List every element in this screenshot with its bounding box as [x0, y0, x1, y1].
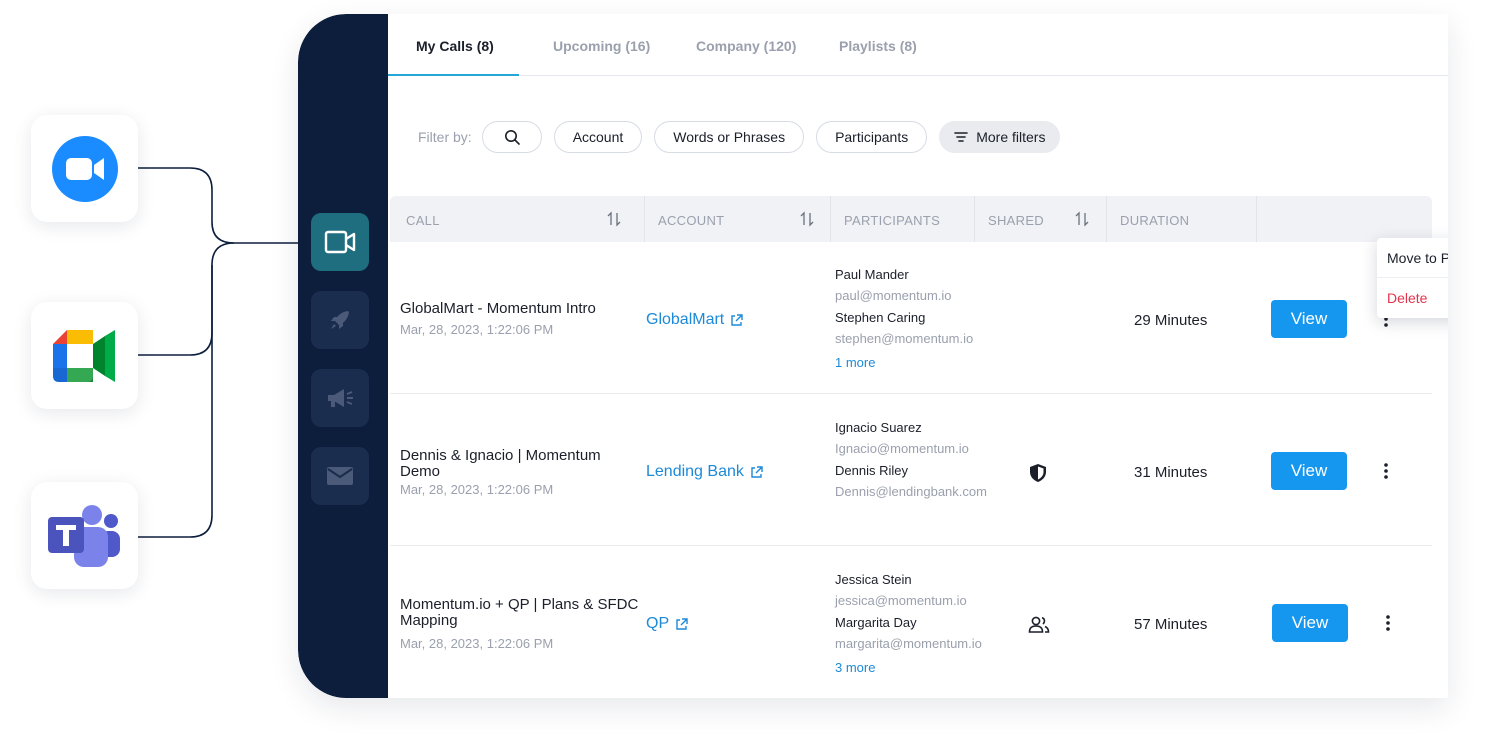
col-duration-header: DURATION [1120, 213, 1190, 228]
call-duration: 57 Minutes [1134, 616, 1208, 633]
filter-participants-button[interactable]: Participants [816, 121, 928, 153]
call-duration: 29 Minutes [1134, 312, 1208, 329]
table-row[interactable]: Dennis & Ignacio | Momentum Demo Mar, 28… [390, 394, 1432, 546]
more-actions-icon[interactable] [1378, 612, 1398, 634]
zoom-icon [51, 135, 118, 202]
column-divider [1256, 196, 1257, 242]
tab-company[interactable]: Company (120) [696, 38, 796, 54]
google-meet-integration-tile[interactable] [31, 302, 138, 409]
app-window: My Calls (8) Upcoming (16) Company (120)… [298, 14, 1448, 698]
column-divider [1106, 196, 1107, 242]
view-call-button[interactable]: View [1271, 300, 1347, 338]
filter-words-button[interactable]: Words or Phrases [654, 121, 805, 153]
mail-icon [327, 467, 353, 485]
filter-account-button[interactable]: Account [553, 121, 643, 153]
megaphone-icon [328, 389, 353, 407]
menu-divider [1377, 277, 1448, 278]
row-actions-menu: Move to Playlist Delete [1377, 238, 1448, 318]
sort-shared-icon[interactable] [1075, 211, 1089, 227]
tab-playlists[interactable]: Playlists (8) [839, 38, 917, 54]
rail-mail-button[interactable] [311, 447, 369, 505]
external-link-icon [750, 465, 763, 479]
main-content: My Calls (8) Upcoming (16) Company (120)… [388, 14, 1448, 698]
participant-email: paul@momentum.io [835, 288, 952, 303]
filter-bar: Filter by: Account Words or Phrases Part… [418, 120, 1072, 154]
tab-bar: My Calls (8) Upcoming (16) Company (120)… [388, 14, 1448, 76]
view-call-button[interactable]: View [1271, 452, 1347, 490]
table-row[interactable]: Momentum.io + QP | Plans & SFDC Mapping … [390, 546, 1432, 698]
tab-upcoming[interactable]: Upcoming (16) [553, 38, 650, 54]
call-date: Mar, 28, 2023, 1:22:06 PM [400, 482, 554, 497]
column-divider [830, 196, 831, 242]
participant-email: Dennis@lendingbank.com [835, 484, 987, 499]
table-row[interactable]: GlobalMart - Momentum Intro Mar, 28, 202… [390, 242, 1432, 394]
rail-announcements-button[interactable] [311, 369, 369, 427]
more-actions-icon[interactable] [1376, 460, 1396, 482]
sort-call-icon[interactable] [607, 211, 621, 227]
call-duration: 31 Minutes [1134, 464, 1208, 481]
call-date: Mar, 28, 2023, 1:22:06 PM [400, 322, 554, 337]
account-link[interactable]: QP [646, 615, 688, 633]
view-call-button[interactable]: View [1272, 604, 1348, 642]
rail-calls-button[interactable] [311, 213, 369, 271]
rocket-icon [331, 311, 349, 329]
account-link[interactable]: Lending Bank [646, 463, 763, 481]
call-title[interactable]: Dennis & Ignacio | Momentum Demo [400, 448, 640, 480]
video-icon [324, 230, 356, 254]
active-tab-indicator [388, 74, 519, 76]
sort-account-icon[interactable] [800, 211, 814, 227]
more-filters-button[interactable]: More filters [939, 121, 1061, 153]
account-name: GlobalMart [646, 311, 725, 328]
side-rail [298, 14, 388, 698]
tab-my-calls[interactable]: My Calls (8) [416, 38, 494, 54]
shield-icon [1030, 464, 1046, 482]
google-meet-icon [52, 329, 115, 382]
participant-name: Dennis Riley [835, 463, 908, 478]
participant-name: Paul Mander [835, 267, 909, 282]
teams-integration-tile[interactable] [31, 482, 138, 589]
column-divider [644, 196, 645, 242]
participant-name: Stephen Caring [835, 310, 926, 325]
call-title[interactable]: Momentum.io + QP | Plans & SFDC Mapping [400, 597, 640, 629]
col-participants-header: PARTICIPANTS [844, 213, 941, 228]
users-icon [1028, 616, 1050, 633]
participant-name: Margarita Day [835, 615, 917, 630]
col-call-header: CALL [406, 213, 440, 228]
rail-launch-button[interactable] [311, 291, 369, 349]
filter-lines-icon [954, 131, 969, 143]
participant-email: jessica@momentum.io [835, 593, 967, 608]
col-account-header: ACCOUNT [658, 213, 725, 228]
col-shared-header: SHARED [988, 213, 1044, 228]
external-link-icon [675, 617, 688, 631]
delete-item[interactable]: Delete [1387, 290, 1427, 306]
account-link[interactable]: GlobalMart [646, 311, 743, 329]
participant-name: Jessica Stein [835, 572, 912, 587]
more-filters-label: More filters [976, 129, 1046, 145]
account-name: Lending Bank [646, 463, 744, 480]
column-divider [974, 196, 975, 242]
table-header: CALL ACCOUNT PARTICIPANTS SHARED DURATIO… [390, 196, 1432, 242]
filter-search-button[interactable] [481, 121, 542, 153]
external-link-icon [730, 313, 743, 327]
call-date: Mar, 28, 2023, 1:22:06 PM [400, 636, 554, 651]
move-to-playlist-item[interactable]: Move to Playlist [1387, 250, 1448, 266]
account-name: QP [646, 615, 670, 632]
call-title[interactable]: GlobalMart - Momentum Intro [400, 301, 640, 317]
participant-email: Ignacio@momentum.io [835, 441, 969, 456]
more-participants-link[interactable]: 3 more [835, 660, 875, 675]
participant-name: Ignacio Suarez [835, 420, 922, 435]
participant-email: stephen@momentum.io [835, 331, 974, 346]
search-icon [504, 130, 520, 145]
zoom-integration-tile[interactable] [31, 115, 138, 222]
participant-email: margarita@momentum.io [835, 636, 982, 651]
more-participants-link[interactable]: 1 more [835, 355, 875, 370]
teams-icon [47, 504, 120, 567]
filter-label: Filter by: [418, 129, 472, 145]
